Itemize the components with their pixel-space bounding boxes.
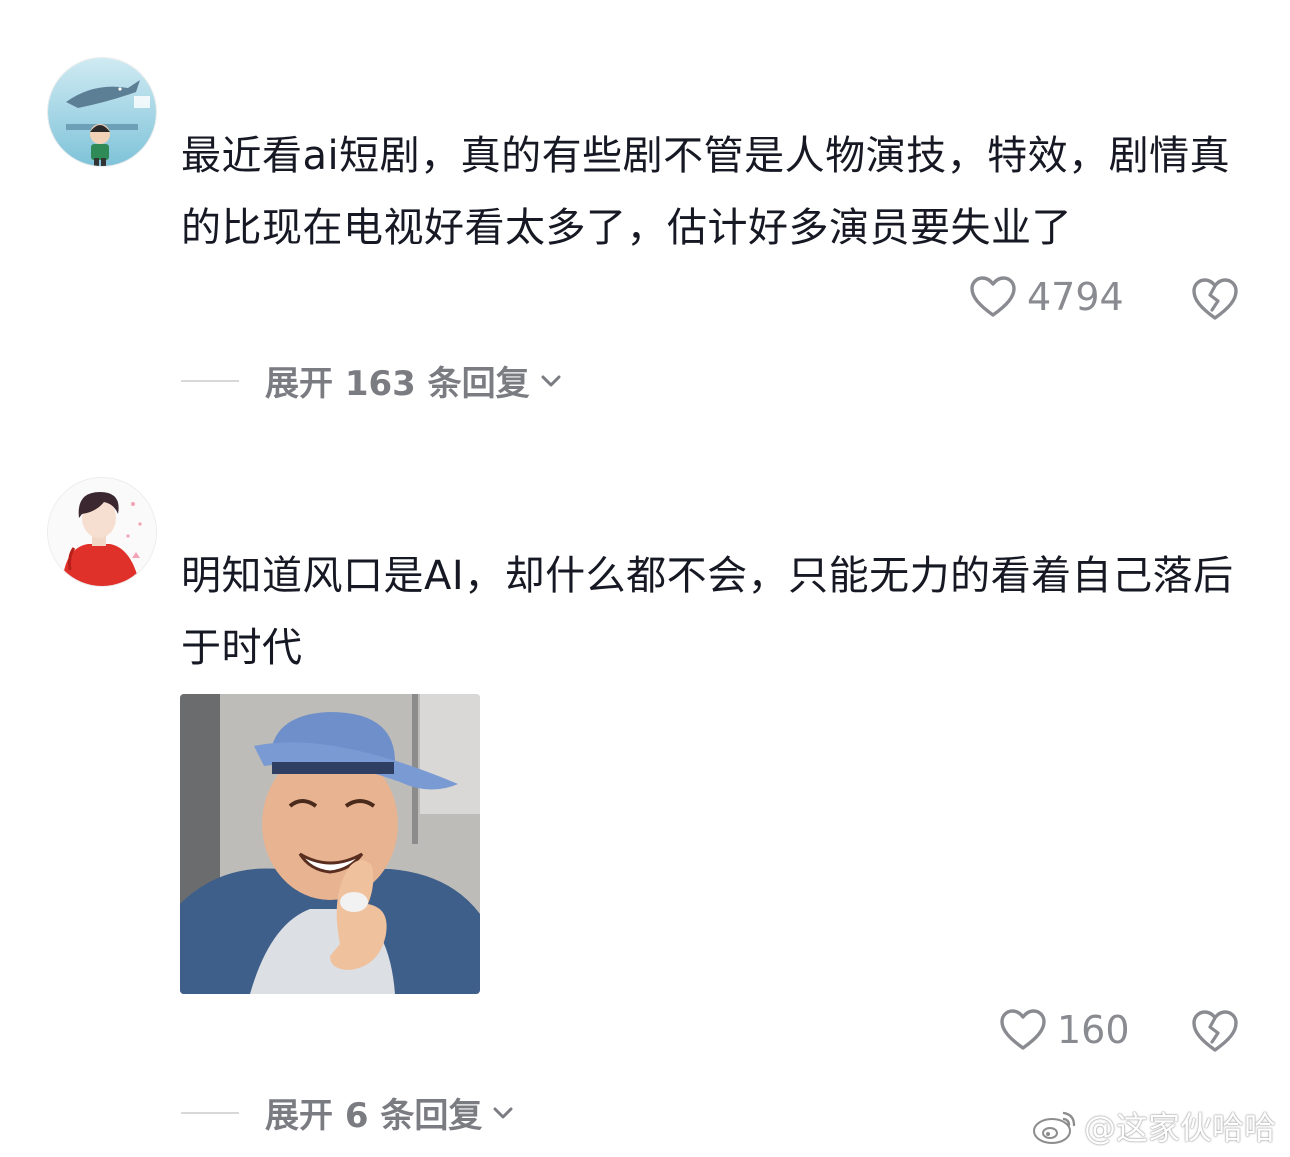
divider [181, 379, 239, 382]
avatar-image [48, 478, 156, 586]
comment-text: 明知道风口是AI，却什么都不会，只能无力的看着自己落后于时代 [181, 553, 1234, 671]
dislike-button[interactable] [1191, 275, 1239, 323]
dislike-button[interactable] [1191, 1007, 1239, 1055]
expand-replies-button[interactable]: 展开 163 条回复 [181, 356, 562, 405]
comment-item: 明知道风口是AI，却什么都不会，只能无力的看着自己落后于时代 160 展开 6 … [0, 420, 1290, 1157]
weibo-logo-icon [1032, 1111, 1076, 1144]
replies-label: 展开 6 条回复 [265, 1096, 483, 1136]
heart-outline-icon [1000, 1009, 1046, 1050]
like-button[interactable]: 160 [999, 1008, 1130, 1052]
broken-heart-icon [1192, 1010, 1238, 1052]
sticker-image[interactable] [180, 694, 480, 994]
like-count: 160 [1057, 1008, 1130, 1052]
expand-replies-button[interactable]: 展开 6 条回复 [181, 1088, 514, 1137]
divider [181, 1111, 239, 1114]
avatar-image [48, 58, 156, 166]
chevron-down-icon [541, 375, 561, 386]
comment-text: 最近看ai短剧，真的有些剧不管是人物演技，特效，剧情真的比现在电视好看太多了，估… [181, 133, 1231, 251]
chevron-down-icon [493, 1107, 513, 1118]
avatar[interactable] [48, 478, 156, 586]
comment-item: 最近看ai短剧，真的有些剧不管是人物演技，特效，剧情真的比现在电视好看太多了，估… [0, 0, 1290, 420]
watermark-text: @这家伙哈哈 [1083, 1109, 1276, 1147]
heart-outline-icon [970, 276, 1016, 317]
avatar[interactable] [48, 58, 156, 166]
meme-image [180, 694, 480, 994]
like-button[interactable]: 4794 [969, 275, 1124, 319]
watermark: @这家伙哈哈 [1032, 1103, 1276, 1149]
broken-heart-icon [1192, 278, 1238, 320]
replies-label: 展开 163 条回复 [265, 364, 530, 404]
like-count: 4794 [1027, 275, 1124, 319]
